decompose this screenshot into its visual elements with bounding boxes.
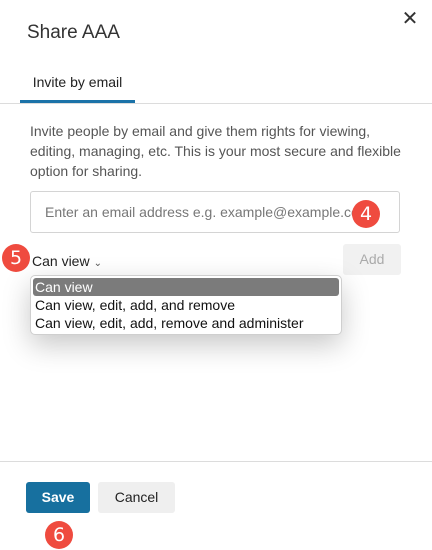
step-marker-4: 4	[352, 200, 380, 228]
permission-option-can-view[interactable]: Can view	[33, 278, 339, 296]
footer-divider	[0, 461, 432, 462]
permission-option-edit[interactable]: Can view, edit, add, and remove	[33, 296, 339, 314]
permission-dropdown: Can view Can view, edit, add, and remove…	[30, 275, 342, 335]
permission-selected-label: Can view	[32, 253, 90, 269]
tab-invite-by-email[interactable]: Invite by email	[20, 62, 135, 103]
chevron-down-icon: ⌄	[93, 258, 102, 269]
step-marker-6: 6	[45, 521, 73, 549]
email-field[interactable]	[31, 192, 399, 232]
step-marker-5: 5	[2, 244, 30, 272]
tab-bar: Invite by email	[0, 62, 432, 104]
email-field-container	[30, 191, 400, 233]
invite-description: Invite people by email and give them rig…	[30, 123, 401, 179]
save-button[interactable]: Save	[26, 482, 90, 513]
close-icon[interactable]: ✕	[399, 8, 421, 30]
permission-option-administer[interactable]: Can view, edit, add, remove and administ…	[33, 314, 339, 332]
permission-select[interactable]: Can view ⌄	[32, 251, 102, 274]
add-button[interactable]: Add	[343, 244, 401, 275]
dialog-title: Share AAA	[27, 22, 120, 43]
share-dialog: Share AAA ✕ Invite by email Invite peopl…	[0, 0, 432, 550]
cancel-button[interactable]: Cancel	[98, 482, 175, 513]
